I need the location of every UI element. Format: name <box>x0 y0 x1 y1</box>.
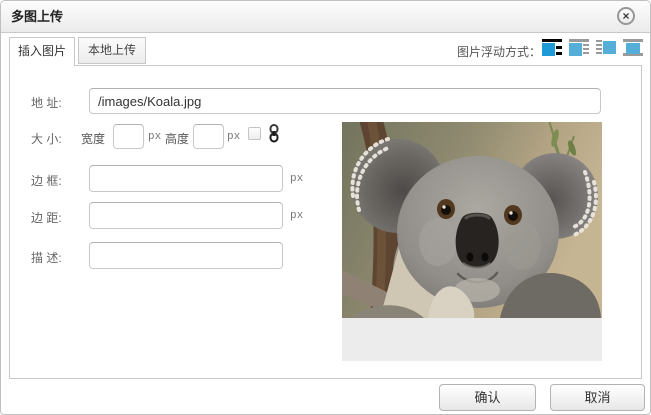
address-input[interactable] <box>89 88 601 114</box>
width-input[interactable] <box>113 124 144 149</box>
confirm-button[interactable]: 确认 <box>439 384 536 411</box>
float-right-icon[interactable] <box>596 39 616 56</box>
height-unit-px: px <box>227 131 240 143</box>
border-label: 边 框: <box>31 172 62 189</box>
tab-insert-image[interactable]: 插入图片 <box>9 37 75 66</box>
close-icon: × <box>622 9 629 23</box>
address-label: 地 址: <box>31 94 62 111</box>
width-label: 宽度 <box>81 130 105 147</box>
dialog-title: 多图上传 <box>11 1 63 32</box>
margin-unit-px: px <box>290 210 303 222</box>
description-input[interactable] <box>89 242 283 269</box>
float-mode-options <box>542 39 643 56</box>
border-unit-px: px <box>290 173 303 185</box>
margin-label: 边 距: <box>31 209 62 226</box>
description-label: 描 述: <box>31 249 62 266</box>
lock-ratio-checkbox[interactable] <box>248 127 261 140</box>
align-center-icon[interactable] <box>623 39 643 56</box>
align-default-icon[interactable] <box>542 39 562 56</box>
lock-aspect-icon[interactable] <box>268 124 280 148</box>
size-label: 大 小: <box>31 130 62 147</box>
width-unit-px: px <box>148 131 161 143</box>
close-button[interactable]: × <box>617 7 635 25</box>
koala-photo <box>342 122 602 318</box>
float-left-icon[interactable] <box>569 39 589 56</box>
dialog-titlebar: 多图上传 × <box>1 1 650 33</box>
height-input[interactable] <box>193 124 224 149</box>
height-label: 高度 <box>165 130 189 147</box>
tab-local-upload[interactable]: 本地上传 <box>78 37 146 64</box>
cancel-button[interactable]: 取消 <box>550 384 645 411</box>
upload-dialog: 多图上传 × 插入图片 本地上传 图片浮动方式： 地 址: 大 小: 宽度 px… <box>0 0 651 415</box>
border-input[interactable] <box>89 165 283 192</box>
margin-input[interactable] <box>89 202 283 229</box>
float-mode-label: 图片浮动方式： <box>457 43 541 60</box>
image-preview-panel <box>342 122 602 361</box>
